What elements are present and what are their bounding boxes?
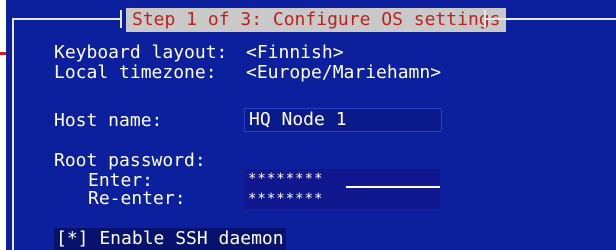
frame-top-right-line: [484, 18, 616, 20]
enable-ssh-checkbox[interactable]: [*] Enable SSH daemon: [54, 228, 286, 250]
password-enter-mask: ********: [248, 171, 324, 187]
frame-left-border: [12, 18, 14, 250]
password-reenter-label: Re-enter:: [88, 188, 186, 209]
keyboard-layout-label: Keyboard layout:: [54, 42, 228, 63]
installer-panel: Step 1 of 3: Configure OS settings Keybo…: [6, 0, 616, 250]
keyboard-layout-selector[interactable]: <Finnish>: [246, 43, 344, 63]
local-timezone-label: Local timezone:: [54, 62, 217, 83]
password-reenter-field[interactable]: ********: [244, 189, 440, 209]
screen: Step 1 of 3: Configure OS settings Keybo…: [0, 0, 616, 250]
frame-title-left-tick: [120, 10, 122, 28]
host-name-label: Host name:: [54, 110, 163, 131]
local-timezone-selector[interactable]: <Europe/Mariehamn>: [246, 63, 441, 83]
window-title: Step 1 of 3: Configure OS settings: [126, 8, 507, 32]
password-reenter-mask: ********: [248, 191, 324, 207]
host-name-value: HQ Node 1: [249, 109, 347, 130]
root-password-label: Root password:: [54, 150, 206, 171]
host-name-field[interactable]: HQ Node 1: [244, 108, 442, 132]
password-enter-cursor-line: [346, 186, 440, 188]
frame-top-left-line: [12, 18, 122, 20]
